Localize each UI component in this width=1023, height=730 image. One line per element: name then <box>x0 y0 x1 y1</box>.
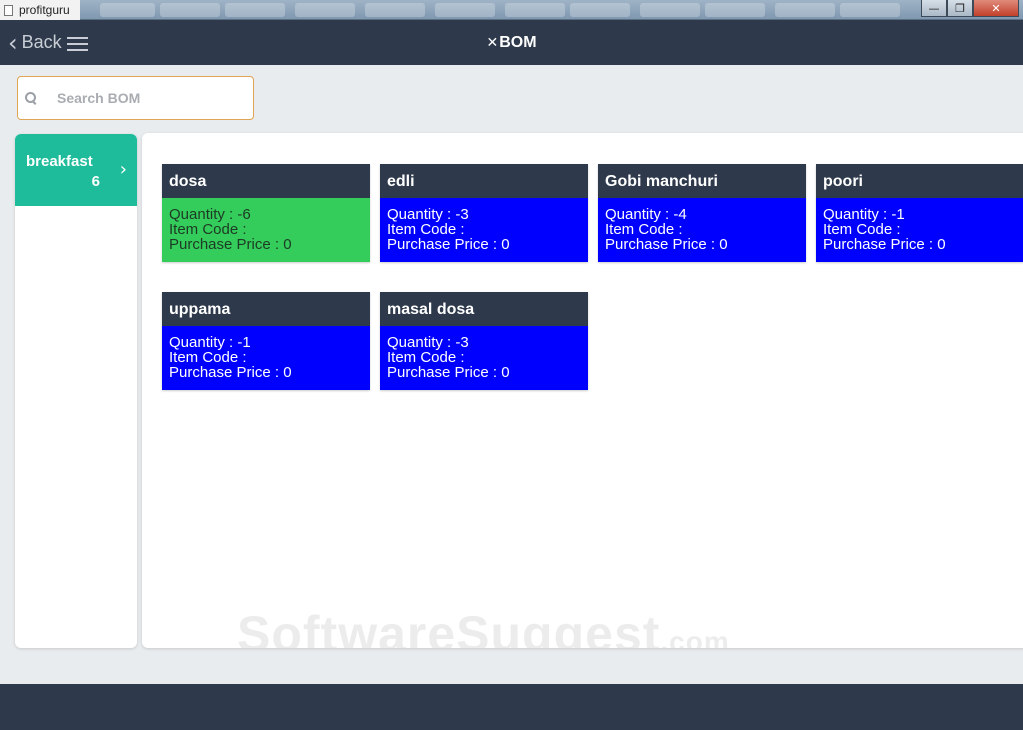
os-title-bar: profitguru — ❐ ✕ <box>0 0 1023 20</box>
item-purchase-price: Purchase Price : 0 <box>387 236 510 253</box>
item-code: Item Code : <box>169 221 247 238</box>
chevron-right-icon: › <box>119 159 127 180</box>
item-card[interactable]: dosa Quantity : -6 Item Code : Purchase … <box>162 164 370 262</box>
app-footer <box>0 684 1023 730</box>
item-purchase-price: Purchase Price : 0 <box>823 236 946 253</box>
item-purchase-price: Purchase Price : 0 <box>387 364 510 381</box>
category-item-breakfast[interactable]: breakfast 6 › <box>15 134 137 206</box>
item-purchase-price: Purchase Price : 0 <box>605 236 728 253</box>
restore-button[interactable]: ❐ <box>947 0 973 17</box>
app-header: ‹ Back ✕BOM <box>0 20 1023 65</box>
item-card[interactable]: edli Quantity : -3 Item Code : Purchase … <box>380 164 588 262</box>
utensils-icon: ✕ <box>486 35 499 51</box>
bom-items-panel: dosa Quantity : -6 Item Code : Purchase … <box>142 133 1023 648</box>
item-name: edli <box>380 164 588 198</box>
item-quantity: Quantity : -1 <box>169 334 251 351</box>
item-name: poori <box>816 164 1023 198</box>
search-icon <box>25 92 37 104</box>
browser-tab[interactable]: profitguru <box>0 0 80 20</box>
blurred-tab <box>840 3 900 17</box>
item-code: Item Code : <box>387 349 465 366</box>
item-details: Quantity : -1 Item Code : Purchase Price… <box>816 198 1023 262</box>
item-card[interactable]: poori Quantity : -1 Item Code : Purchase… <box>816 164 1023 262</box>
close-button[interactable]: ✕ <box>973 0 1019 17</box>
watermark: SoftwareSuggest.com <box>237 605 730 648</box>
blurred-tab <box>705 3 765 17</box>
blurred-tab <box>435 3 495 17</box>
item-quantity: Quantity : -1 <box>823 206 905 223</box>
item-purchase-price: Purchase Price : 0 <box>169 236 292 253</box>
item-details: Quantity : -4 Item Code : Purchase Price… <box>598 198 806 262</box>
item-quantity: Quantity : -4 <box>605 206 687 223</box>
item-details: Quantity : -6 Item Code : Purchase Price… <box>162 198 370 262</box>
page-title: ✕BOM <box>0 34 1023 52</box>
blurred-tab <box>100 3 155 17</box>
category-count: 6 <box>91 173 100 190</box>
item-details: Quantity : -3 Item Code : Purchase Price… <box>380 326 588 390</box>
blurred-tab <box>365 3 425 17</box>
blurred-tab <box>775 3 835 17</box>
blurred-tab <box>225 3 285 17</box>
item-code: Item Code : <box>387 221 465 238</box>
item-name: Gobi manchuri <box>598 164 806 198</box>
item-quantity: Quantity : -6 <box>169 206 251 223</box>
minimize-button[interactable]: — <box>921 0 947 17</box>
watermark-suffix: .com <box>660 626 730 648</box>
item-quantity: Quantity : -3 <box>387 206 469 223</box>
item-purchase-price: Purchase Price : 0 <box>169 364 292 381</box>
category-name: breakfast <box>26 153 93 170</box>
search-input[interactable] <box>57 90 227 106</box>
page-icon <box>4 4 13 16</box>
watermark-text: SoftwareSuggest <box>237 606 661 648</box>
item-code: Item Code : <box>823 221 901 238</box>
blurred-tab <box>160 3 220 17</box>
item-name: uppama <box>162 292 370 326</box>
category-sidebar: breakfast 6 › <box>15 134 137 648</box>
item-card[interactable]: masal dosa Quantity : -3 Item Code : Pur… <box>380 292 588 390</box>
blurred-tab <box>640 3 700 17</box>
item-code: Item Code : <box>605 221 683 238</box>
item-name: dosa <box>162 164 370 198</box>
blurred-tab <box>505 3 565 17</box>
item-code: Item Code : <box>169 349 247 366</box>
page-title-text: BOM <box>499 34 537 51</box>
item-details: Quantity : -1 Item Code : Purchase Price… <box>162 326 370 390</box>
window-title: profitguru <box>19 3 70 17</box>
item-card[interactable]: Gobi manchuri Quantity : -4 Item Code : … <box>598 164 806 262</box>
item-card[interactable]: uppama Quantity : -1 Item Code : Purchas… <box>162 292 370 390</box>
blurred-tab <box>570 3 630 17</box>
item-quantity: Quantity : -3 <box>387 334 469 351</box>
item-name: masal dosa <box>380 292 588 326</box>
item-details: Quantity : -3 Item Code : Purchase Price… <box>380 198 588 262</box>
search-box <box>17 76 254 120</box>
blurred-tab <box>295 3 355 17</box>
window-controls: — ❐ ✕ <box>921 0 1019 18</box>
